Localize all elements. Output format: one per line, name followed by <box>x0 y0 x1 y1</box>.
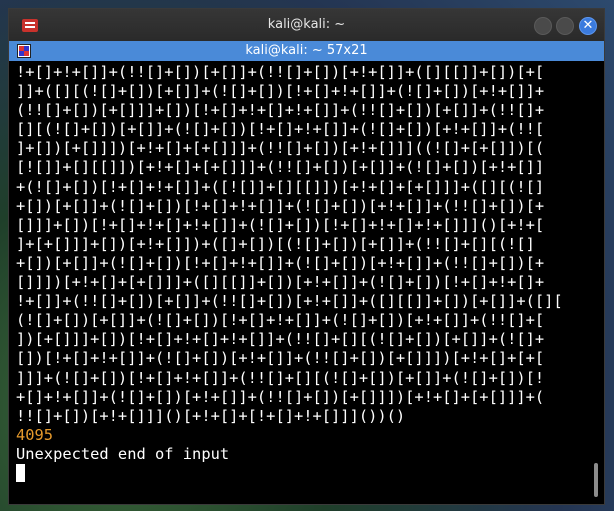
output-line: ])[+[]]]+[])[!+[]+!+[]+!+[]]+(!![]+[][(!… <box>16 330 545 349</box>
output-line: (!![]+[])[+[]]]+[])[!+[]+!+[]+!+[]]+(!![… <box>16 101 545 120</box>
output-line: []]]+[])[!+[]+!+[]+!+[]]+(![]+[])[!+[]+!… <box>16 215 545 234</box>
window-title: kali@kali: ~ <box>267 17 346 32</box>
number-output: 4095 <box>16 425 54 444</box>
output-line: [])[!+[]+!+[]]+(![]+[])[+!+[]]+(!![]+[])… <box>16 349 545 368</box>
output-line: !![]+[])[+!+[]]]()[+!+[]+[!+[]+!+[]]]())… <box>16 406 406 425</box>
output-line: [![]]+[][[]])[+!+[]+[+[]]]+(!![]+[])[+[]… <box>16 158 545 177</box>
code-output-block: !+[]+!+[]]+(!![]+[])[+[]]+(!![]+[])[+!+[… <box>16 63 586 426</box>
prompt-line[interactable] <box>16 463 586 483</box>
maximize-button[interactable] <box>556 17 574 35</box>
minimize-button[interactable] <box>534 17 552 35</box>
tab-bar[interactable]: kali@kali: ~ 57x21 <box>9 41 604 61</box>
terminal-window: kali@kali: ~ ✕ kali@kali: ~ 57x21 !+[]+!… <box>8 8 605 505</box>
output-line: +[])[+[]]+(![]+[])[!+[]+!+[]]+(![]+[])[+… <box>16 253 545 272</box>
title-bar[interactable]: kali@kali: ~ ✕ <box>9 9 604 41</box>
output-line: ]]+([][(![]+[])[+[]]+(![]+[])[!+[]+!+[]]… <box>16 82 545 101</box>
tab-title: kali@kali: ~ 57x21 <box>245 43 368 58</box>
close-button[interactable]: ✕ <box>579 17 597 35</box>
terminal-output[interactable]: !+[]+!+[]]+(!![]+[])[+[]]+(!![]+[])[+!+[… <box>16 63 586 493</box>
output-line: !+[]+!+[]]+(!![]+[])[+[]]+(!![]+[])[+!+[… <box>16 63 545 81</box>
output-line: ]+[+[]]]+[])[+!+[]])+([]+[])[(![]+[])[+[… <box>16 234 535 253</box>
output-line: ]]]+(![]+[])[!+[]+!+[]]+(!![]+[][(![]+[]… <box>16 368 545 387</box>
text-cursor <box>16 463 25 482</box>
output-line: (![]+[])[+[]]+(![]+[])[!+[]+!+[]]+(![]+[… <box>16 311 545 330</box>
scrollbar[interactable] <box>594 463 598 497</box>
output-line: ]+[])[+[]]])[+!+[]+[+[]]]+(!![]+[])[+!+[… <box>16 139 545 158</box>
output-line: []]])[+!+[]+[+[]]]+([][[]]+[])[+!+[]]+(!… <box>16 273 545 292</box>
error-message: Unexpected end of input <box>16 444 230 463</box>
output-line: +[])[+[]]+(![]+[])[!+[]+!+[]]+(![]+[])[+… <box>16 196 545 215</box>
output-line: !+[]]+(!![]+[])[+[]]+(!![]+[])[+!+[]]+([… <box>16 292 563 311</box>
output-line: +[]+!+[]]+(![]+[])[+!+[]]+(!![]+[])[+[]]… <box>16 387 545 406</box>
output-line: [][(![]+[])[+[]]+(![]+[])[!+[]+!+[]]+(![… <box>16 120 545 139</box>
output-line: +(![]+[])[!+[]+!+[]]+([![]]+[][[]])[+!+[… <box>16 177 545 196</box>
